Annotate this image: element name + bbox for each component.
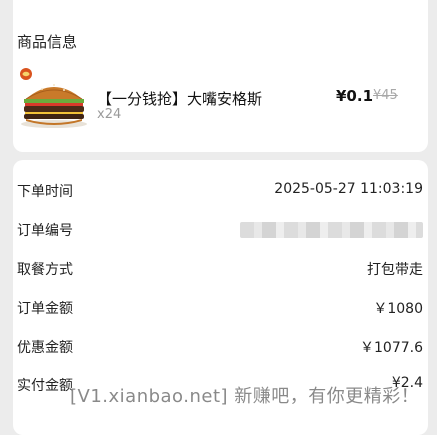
product-original-price: ¥45 bbox=[373, 88, 398, 103]
pickup-method-row: 取餐方式 打包带走 bbox=[17, 259, 423, 281]
product-section-title: 商品信息 bbox=[17, 33, 78, 51]
order-amount-value: ￥1080 bbox=[373, 301, 423, 317]
burger-image[interactable] bbox=[18, 68, 90, 129]
order-number-row: 订单编号 bbox=[17, 220, 423, 242]
order-time-row: 下单时间 2025-05-27 11:03:19 bbox=[17, 181, 423, 203]
order-time-label: 下单时间 bbox=[17, 184, 73, 200]
brand-badge-icon bbox=[20, 68, 32, 80]
watermark-text: [V1.xianbao.net] 新赚吧，有你更精彩！ bbox=[70, 386, 420, 407]
discount-amount-row: 优惠金额 ￥1077.6 bbox=[17, 337, 423, 359]
product-name[interactable]: 【一分钱抢】大嘴安格斯 bbox=[97, 88, 262, 109]
pickup-method-value: 打包带走 bbox=[367, 262, 423, 278]
product-price: ¥0.1 bbox=[336, 87, 374, 105]
order-number-redacted bbox=[240, 222, 423, 238]
discount-amount-value: ￥1077.6 bbox=[360, 340, 423, 356]
pickup-method-label: 取餐方式 bbox=[17, 262, 73, 278]
order-time-value: 2025-05-27 11:03:19 bbox=[274, 181, 423, 197]
paid-amount-label: 实付金额 bbox=[17, 378, 73, 394]
discount-amount-label: 优惠金额 bbox=[17, 340, 73, 356]
product-quantity: x24 bbox=[97, 107, 122, 122]
order-number-label: 订单编号 bbox=[17, 223, 73, 239]
order-amount-row: 订单金额 ￥1080 bbox=[17, 298, 423, 320]
order-amount-label: 订单金额 bbox=[17, 301, 73, 317]
